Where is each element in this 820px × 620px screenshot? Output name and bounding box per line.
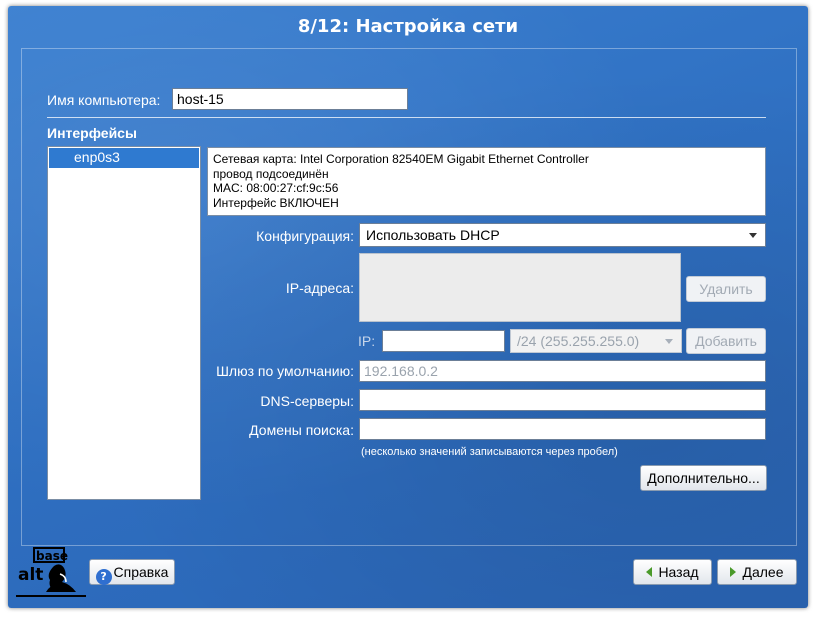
hostname-label: Имя компьютера:	[47, 92, 161, 108]
netmask-select-value: /24 (255.255.255.0)	[517, 333, 640, 349]
interface-info: Сетевая карта: Intel Corporation 82540EM…	[207, 147, 766, 216]
ip-addresses-list[interactable]	[359, 253, 681, 322]
basealt-logo-icon: base alt	[16, 547, 86, 597]
chevron-down-icon	[749, 233, 757, 238]
gateway-label: Шлюз по умолчанию:	[216, 363, 354, 379]
netmask-select[interactable]: /24 (255.255.255.0)	[510, 329, 682, 353]
config-select-value: Использовать DHCP	[366, 227, 500, 243]
chevron-down-icon	[665, 339, 673, 344]
help-icon: ?	[95, 569, 112, 585]
advanced-button[interactable]: Дополнительно...	[640, 465, 767, 491]
add-button[interactable]: Добавить	[686, 328, 766, 354]
info-mac-line: MAC: 08:00:27:cf:9c:56	[213, 181, 339, 195]
info-link-line: провод подсоединён	[213, 166, 329, 181]
arrow-right-icon	[730, 567, 737, 577]
back-button-label: Назад	[658, 564, 699, 580]
help-button[interactable]: ? Справка	[89, 559, 175, 585]
search-domains-label: Домены поиска:	[249, 422, 354, 438]
basealt-logo: base alt	[16, 546, 86, 598]
interface-item-enp0s3[interactable]: enp0s3	[49, 148, 199, 168]
logo-alt-text: alt	[18, 565, 43, 585]
ip-label: IP:	[358, 333, 376, 349]
logo-base-text: base	[36, 549, 68, 563]
delete-button[interactable]: Удалить	[686, 276, 766, 302]
ip-input[interactable]	[382, 330, 505, 352]
back-button[interactable]: Назад	[633, 559, 712, 585]
dns-label: DNS-серверы:	[260, 393, 354, 409]
hostname-input[interactable]: host-15	[172, 88, 408, 110]
next-button[interactable]: Далее	[717, 559, 797, 585]
arrow-left-icon	[646, 567, 653, 577]
page-title: 8/12: Настройка сети	[297, 16, 519, 37]
ip-addresses-label: IP-адреса:	[285, 280, 354, 296]
help-button-label: Справка	[113, 564, 169, 580]
gateway-input[interactable]: 192.168.0.2	[359, 360, 766, 382]
dns-input[interactable]	[359, 389, 766, 411]
search-domains-hint: (несколько значений записываются через п…	[361, 446, 618, 458]
info-card-line: Сетевая карта: Intel Corporation 82540EM…	[213, 152, 589, 166]
next-button-label: Далее	[742, 564, 784, 580]
config-label: Конфигурация:	[256, 228, 354, 244]
separator	[47, 117, 766, 118]
config-select[interactable]: Использовать DHCP	[359, 223, 766, 247]
search-domains-input[interactable]	[359, 418, 766, 440]
interfaces-heading: Интерфейсы	[47, 125, 137, 141]
info-state-line: Интерфейс ВКЛЮЧЕН	[213, 195, 339, 210]
interfaces-list[interactable]: enp0s3	[47, 146, 201, 500]
